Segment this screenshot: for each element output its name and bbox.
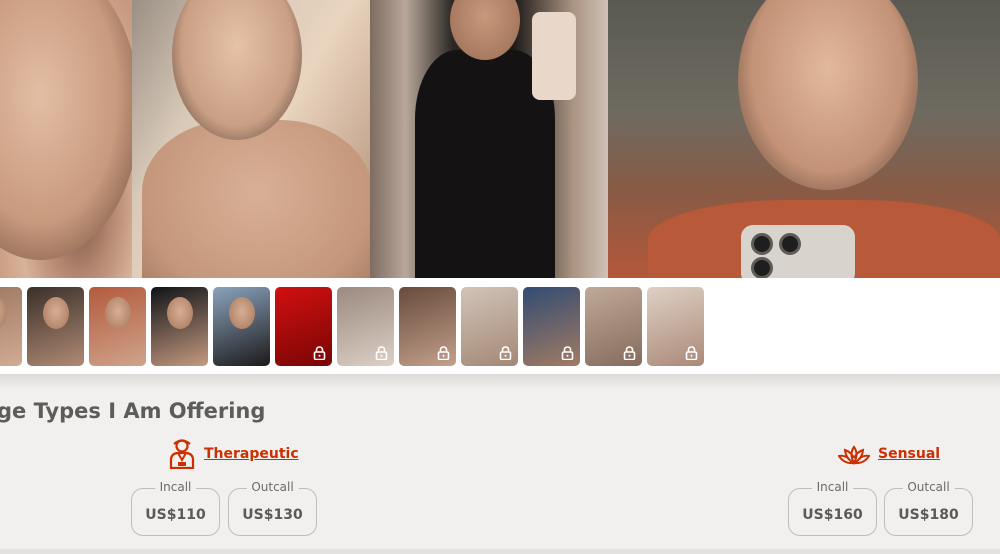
locked-thumbnail[interactable] (275, 287, 332, 366)
phone-in-photo (741, 225, 855, 278)
photo-thumbnail[interactable] (151, 287, 208, 366)
lock-icon (437, 346, 450, 360)
sensual-incall-price: Incall US$160 (788, 480, 877, 536)
therapist-icon (168, 439, 196, 470)
locked-thumbnail[interactable] (585, 287, 642, 366)
incall-value: US$160 (802, 507, 863, 523)
photo-thumbnail[interactable] (89, 287, 146, 366)
lock-icon (623, 346, 636, 360)
outcall-value: US$180 (898, 507, 959, 523)
section-divider (0, 374, 1000, 388)
therapeutic-link[interactable]: Therapeutic (204, 446, 299, 462)
lock-icon (499, 346, 512, 360)
sensual-link[interactable]: Sensual (878, 446, 940, 462)
locked-thumbnail[interactable] (461, 287, 518, 366)
bottom-border (0, 549, 1000, 554)
therapeutic-incall-price: Incall US$110 (131, 480, 220, 536)
lock-icon (561, 346, 574, 360)
profile-photo-2[interactable] (132, 0, 370, 278)
locked-thumbnail[interactable] (523, 287, 580, 366)
photo-thumbnail[interactable] (213, 287, 270, 366)
lock-icon (685, 346, 698, 360)
profile-photo-4[interactable] (608, 0, 1000, 278)
locked-thumbnail[interactable] (399, 287, 456, 366)
profile-photo-1[interactable] (0, 0, 132, 278)
massage-type-therapeutic: Therapeutic (168, 439, 299, 470)
locked-thumbnail[interactable] (337, 287, 394, 366)
outcall-value: US$130 (242, 507, 303, 523)
massage-type-sensual: Sensual (837, 439, 940, 469)
incall-label: Incall (811, 480, 854, 494)
lotus-icon (837, 439, 871, 469)
photo-thumbnail[interactable] (27, 287, 84, 366)
outcall-label: Outcall (246, 480, 299, 494)
locked-thumbnail[interactable] (647, 287, 704, 366)
lock-icon (375, 346, 388, 360)
sensual-outcall-price: Outcall US$180 (884, 480, 973, 536)
outcall-label: Outcall (902, 480, 955, 494)
lock-icon (313, 346, 326, 360)
incall-label: Incall (154, 480, 197, 494)
photo-thumbnail[interactable] (0, 287, 22, 366)
photo-gallery (0, 0, 1000, 278)
incall-value: US$110 (145, 507, 206, 523)
therapeutic-outcall-price: Outcall US$130 (228, 480, 317, 536)
thumbnail-strip (0, 278, 1000, 374)
massage-section-title: ge Types I Am Offering (0, 399, 266, 423)
profile-photo-3[interactable] (370, 0, 608, 278)
